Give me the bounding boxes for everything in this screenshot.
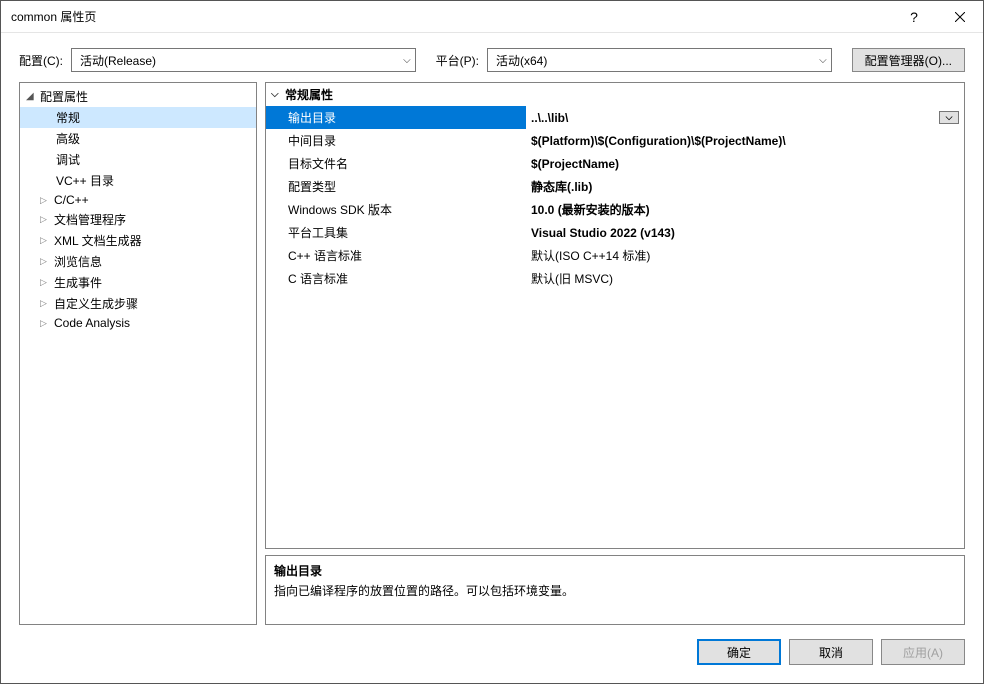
property-row[interactable]: C 语言标准默认(旧 MSVC): [266, 267, 964, 290]
property-value-text: 默认(ISO C++14 标准): [531, 247, 650, 264]
tree-item[interactable]: ▷浏览信息: [20, 251, 256, 272]
expander-right-icon: ▷: [40, 256, 51, 267]
property-row[interactable]: 配置类型静态库(.lib): [266, 175, 964, 198]
tree-item[interactable]: VC++ 目录: [20, 170, 256, 191]
tree-item[interactable]: 调试: [20, 149, 256, 170]
cancel-button[interactable]: 取消: [789, 639, 873, 665]
tree-item[interactable]: 常规: [20, 107, 256, 128]
property-value-text: Visual Studio 2022 (v143): [531, 226, 675, 240]
property-row[interactable]: 输出目录 ..\..\lib\ ⌵: [266, 106, 964, 129]
description-title: 输出目录: [274, 562, 956, 579]
value-dropdown-button[interactable]: ⌵: [939, 111, 959, 124]
tree-item-label: VC++ 目录: [56, 172, 114, 189]
property-row[interactable]: 平台工具集 Visual Studio 2022 (v143): [266, 221, 964, 244]
platform-label: 平台(P):: [436, 52, 479, 69]
config-label: 配置(C):: [19, 52, 63, 69]
platform-dropdown[interactable]: 活动(x64) ⌵: [487, 48, 832, 72]
property-row[interactable]: Windows SDK 版本 10.0 (最新安装的版本): [266, 198, 964, 221]
tree-item-label: C/C++: [54, 193, 89, 207]
help-button[interactable]: ?: [891, 1, 937, 32]
grid-section-header[interactable]: ⌵ 常规属性: [266, 83, 964, 106]
property-row[interactable]: C++ 语言标准默认(ISO C++14 标准): [266, 244, 964, 267]
platform-value: 活动(x64): [496, 52, 547, 69]
property-grid[interactable]: ⌵ 常规属性 输出目录 ..\..\lib\ ⌵ 中间目录 $(Platform)\$(…: [265, 82, 965, 549]
apply-button: 应用(A): [881, 639, 965, 665]
description-text: 指向已编译程序的放置位置的路径。可以包括环境变量。: [274, 582, 956, 599]
close-button[interactable]: [937, 1, 983, 32]
right-panel: ⌵ 常规属性 输出目录 ..\..\lib\ ⌵ 中间目录 $(Platform)\$(…: [265, 82, 965, 625]
tree-item-label: 常规: [56, 109, 80, 126]
tree-item-label: XML 文档生成器: [54, 232, 142, 249]
property-name: 目标文件名: [266, 152, 526, 175]
property-value-text: 默认(旧 MSVC): [531, 270, 613, 287]
chevron-down-icon: ⌵: [819, 55, 827, 66]
config-toolbar: 配置(C): 活动(Release) ⌵ 平台(P): 活动(x64) ⌵ 配置…: [1, 33, 983, 82]
property-name: 输出目录: [266, 106, 526, 129]
tree-item[interactable]: ▷Code Analysis: [20, 314, 256, 332]
property-value[interactable]: 默认(ISO C++14 标准): [526, 244, 964, 267]
property-name: 配置类型: [266, 175, 526, 198]
expander-right-icon: ▷: [40, 195, 51, 206]
property-name: 平台工具集: [266, 221, 526, 244]
description-panel: 输出目录 指向已编译程序的放置位置的路径。可以包括环境变量。: [265, 555, 965, 625]
tree-item[interactable]: ▷自定义生成步骤: [20, 293, 256, 314]
tree-root[interactable]: ◢ 配置属性: [20, 86, 256, 107]
property-row[interactable]: 目标文件名 $(ProjectName): [266, 152, 964, 175]
expander-down-icon: ◢: [26, 91, 37, 102]
expander-right-icon: ▷: [40, 298, 51, 309]
dialog-footer: 确定 取消 应用(A): [1, 625, 983, 683]
grid-section-label: 常规属性: [285, 86, 333, 103]
property-value[interactable]: 默认(旧 MSVC): [526, 267, 964, 290]
tree-item-label: 生成事件: [54, 274, 102, 291]
property-value-text: $(Platform)\$(Configuration)\$(ProjectNa…: [531, 134, 786, 148]
chevron-down-icon: ⌵: [271, 89, 285, 100]
property-value[interactable]: $(ProjectName): [526, 152, 964, 175]
tree-item[interactable]: 高级: [20, 128, 256, 149]
tree-item[interactable]: ▷文档管理程序: [20, 209, 256, 230]
config-value: 活动(Release): [80, 52, 156, 69]
window-title: common 属性页: [11, 8, 891, 25]
property-name: C 语言标准: [266, 267, 526, 290]
property-value-text: 静态库(.lib): [531, 178, 592, 195]
main-area: ◢ 配置属性 常规高级调试VC++ 目录▷C/C++▷文档管理程序▷XML 文档…: [1, 82, 983, 625]
category-tree[interactable]: ◢ 配置属性 常规高级调试VC++ 目录▷C/C++▷文档管理程序▷XML 文档…: [19, 82, 257, 625]
chevron-down-icon: ⌵: [403, 55, 411, 66]
tree-item-label: 高级: [56, 130, 80, 147]
config-manager-button[interactable]: 配置管理器(O)...: [852, 48, 965, 72]
property-value-text: 10.0 (最新安装的版本): [531, 201, 650, 218]
property-name: Windows SDK 版本: [266, 198, 526, 221]
property-name: C++ 语言标准: [266, 244, 526, 267]
property-row[interactable]: 中间目录 $(Platform)\$(Configuration)\$(Proje…: [266, 129, 964, 152]
tree-item-label: 调试: [56, 151, 80, 168]
expander-right-icon: ▷: [40, 214, 51, 225]
property-pages-dialog: common 属性页 ? 配置(C): 活动(Release) ⌵ 平台(P):…: [0, 0, 984, 684]
tree-item[interactable]: ▷生成事件: [20, 272, 256, 293]
property-value-text: $(ProjectName): [531, 157, 619, 171]
tree-item-label: Code Analysis: [54, 316, 130, 330]
tree-item-label: 文档管理程序: [54, 211, 126, 228]
tree-item-label: 浏览信息: [54, 253, 102, 270]
tree-item[interactable]: ▷XML 文档生成器: [20, 230, 256, 251]
property-value[interactable]: 静态库(.lib): [526, 175, 964, 198]
tree-root-label: 配置属性: [40, 88, 88, 105]
tree-item[interactable]: ▷C/C++: [20, 191, 256, 209]
close-icon: [955, 12, 965, 22]
property-value-text: ..\..\lib\: [531, 111, 568, 125]
tree-item-label: 自定义生成步骤: [54, 295, 138, 312]
ok-button[interactable]: 确定: [697, 639, 781, 665]
expander-right-icon: ▷: [40, 277, 51, 288]
titlebar: common 属性页 ?: [1, 1, 983, 33]
property-value[interactable]: Visual Studio 2022 (v143): [526, 221, 964, 244]
expander-right-icon: ▷: [40, 235, 51, 246]
config-dropdown[interactable]: 活动(Release) ⌵: [71, 48, 416, 72]
property-value[interactable]: $(Platform)\$(Configuration)\$(ProjectNa…: [526, 129, 964, 152]
property-value[interactable]: 10.0 (最新安装的版本): [526, 198, 964, 221]
expander-right-icon: ▷: [40, 318, 51, 329]
property-name: 中间目录: [266, 129, 526, 152]
property-value[interactable]: ..\..\lib\ ⌵: [526, 106, 964, 129]
